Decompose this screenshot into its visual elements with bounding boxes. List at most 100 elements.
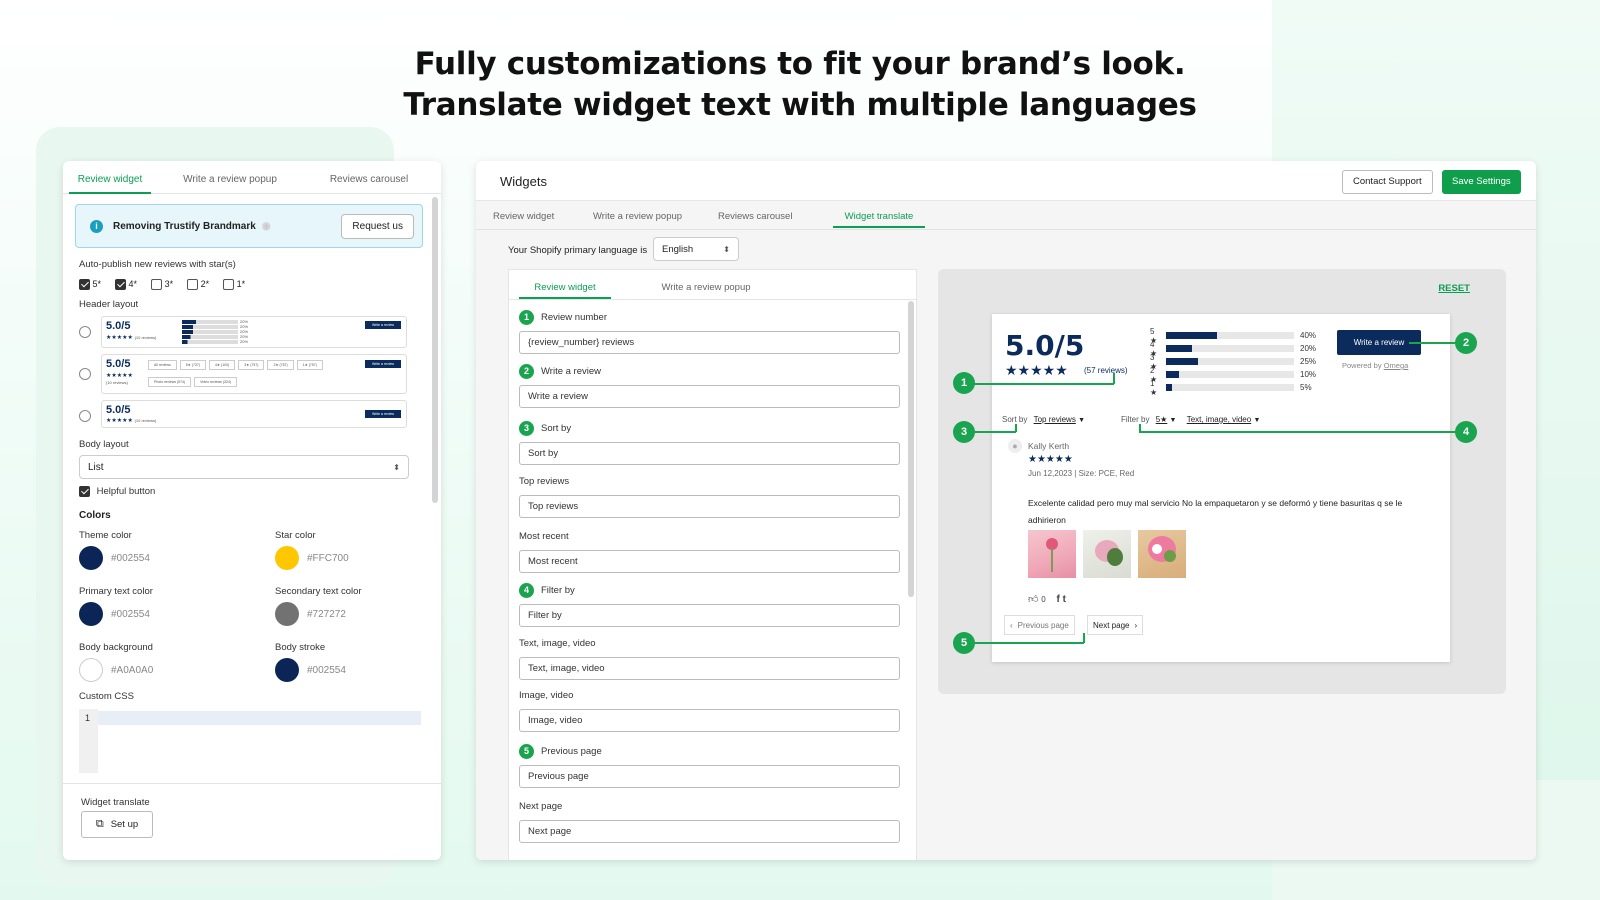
field-label-text: Review number — [541, 312, 607, 323]
image-video-input[interactable]: Image, video — [519, 709, 900, 732]
top-reviews-input[interactable]: Top reviews — [519, 495, 900, 518]
twitter-icon[interactable]: t — [1063, 594, 1066, 605]
facebook-icon[interactable]: f — [1056, 594, 1059, 605]
custom-css-editor[interactable]: 1 — [79, 709, 421, 773]
primary-text-color-picker[interactable]: #002554 — [79, 602, 150, 626]
page-title: Widgets — [500, 174, 547, 189]
star-2-option[interactable]: 2* — [187, 279, 209, 291]
star-4-checkbox[interactable] — [115, 279, 127, 291]
main-tab-widget-translate[interactable]: Widget translate — [833, 201, 925, 228]
sort-value[interactable]: Top reviews — [1034, 415, 1076, 424]
star-color-picker[interactable]: #FFC700 — [275, 546, 349, 570]
next-page-input[interactable]: Next page — [519, 820, 900, 843]
layout-1-bar — [182, 325, 238, 329]
layout-1-stars: ★★★★★ (10 reviews) — [106, 334, 156, 341]
filter-by-input[interactable]: Filter by — [519, 604, 900, 627]
form-tab-write-review-popup[interactable]: Write a review popup — [611, 270, 801, 299]
theme-color-picker[interactable]: #002554 — [79, 546, 150, 570]
previous-page-input[interactable]: Previous page — [519, 765, 900, 788]
select-arrows-icon: ⬍ — [723, 244, 730, 254]
external-link-icon: ⧉ — [95, 818, 104, 830]
language-label: Your Shopify primary language is — [508, 245, 648, 256]
main-tab-review-widget[interactable]: Review widget — [493, 201, 593, 228]
primary-text-color-hex: #002554 — [111, 608, 150, 620]
body-background-label: Body background — [79, 642, 153, 653]
filter-value[interactable]: Text, image, video — [1187, 415, 1251, 424]
text-image-video-input[interactable]: Text, image, video — [519, 657, 900, 680]
helpful-button-checkbox[interactable] — [79, 486, 90, 497]
star-5-option[interactable]: 5* — [79, 279, 101, 291]
star-5-checkbox[interactable] — [79, 279, 90, 291]
secondary-text-color-swatch[interactable] — [275, 602, 299, 626]
main-tab-write-review-popup[interactable]: Write a review popup — [593, 201, 718, 228]
header-layout-option-1[interactable]: 5.0/5 ★★★★★ (10 reviews) 20% 20% 20% 20%… — [101, 316, 407, 348]
form-tab-review-widget[interactable]: Review widget — [519, 270, 611, 299]
most-recent-input[interactable]: Most recent — [519, 550, 900, 573]
header-layout-option-3[interactable]: 5.0/5 ★★★★★ (10 reviews) Write a review — [101, 400, 407, 428]
layout-1-bar — [182, 320, 238, 324]
star-4-option[interactable]: 4* — [115, 279, 137, 291]
tab-write-review-popup[interactable]: Write a review popup — [151, 174, 309, 193]
body-stroke-picker[interactable]: #002554 — [275, 658, 346, 682]
star-2-checkbox[interactable] — [187, 279, 199, 291]
star-1-checkbox[interactable] — [223, 279, 235, 291]
theme-color-label: Theme color — [79, 530, 132, 541]
language-select[interactable]: English ⬍ — [653, 237, 739, 261]
star-3-checkbox[interactable] — [151, 279, 163, 291]
tabs-divider — [476, 229, 1536, 230]
powered-by-brand[interactable]: Omega — [1384, 361, 1409, 370]
review-photo-3[interactable] — [1138, 530, 1186, 578]
body-stroke-swatch[interactable] — [275, 658, 299, 682]
callout-line-3 — [974, 431, 1016, 433]
next-page-button[interactable]: Next page › — [1087, 615, 1144, 635]
callout-line-1-tick — [1113, 373, 1115, 384]
flower-shape — [1152, 544, 1162, 554]
brandmark-text: Removing Trustify Brandmark — [113, 220, 256, 232]
primary-text-color-swatch[interactable] — [79, 602, 103, 626]
helpful-button-option[interactable]: Helpful button — [79, 486, 155, 497]
rating-bar-fill — [1166, 384, 1173, 391]
secondary-text-color-picker[interactable]: #727272 — [275, 602, 346, 626]
theme-color-swatch[interactable] — [79, 546, 103, 570]
scrollbar[interactable] — [432, 197, 438, 503]
filter-star[interactable]: 5★ — [1156, 415, 1168, 424]
callout-badge: 1 — [519, 310, 534, 325]
setup-button[interactable]: ⧉ Set up — [81, 811, 153, 838]
form-scrollbar[interactable] — [908, 301, 914, 597]
sort-control[interactable]: Sort by Top reviews ▼ — [1002, 415, 1085, 424]
header-layout-radio-1[interactable] — [79, 326, 91, 338]
save-settings-button[interactable]: Save Settings — [1442, 170, 1521, 194]
tab-reviews-carousel[interactable]: Reviews carousel — [309, 174, 429, 193]
previous-page-button[interactable]: ‹ Previous page — [1004, 615, 1075, 635]
header-layout-option-2[interactable]: 5.0/5 ★★★★★ (10 reviews) All reviews 5★ … — [101, 354, 407, 394]
header-layout-radio-2[interactable] — [79, 368, 91, 380]
helpful-control[interactable]: 👍︎ 0 f t — [1028, 593, 1066, 605]
body-layout-select[interactable]: List ⬍ — [79, 455, 409, 479]
review-number-input[interactable]: {review_number} reviews — [519, 331, 900, 354]
reset-link[interactable]: RESET — [1438, 283, 1470, 294]
rating-bar-fill — [1166, 332, 1218, 339]
header-layout-radio-3[interactable] — [79, 410, 91, 422]
body-background-swatch[interactable] — [79, 658, 103, 682]
tab-review-widget[interactable]: Review widget — [69, 174, 151, 194]
theme-color-hex: #002554 — [111, 552, 150, 564]
body-background-picker[interactable]: #A0A0A0 — [79, 658, 153, 682]
sort-by-input[interactable]: Sort by — [519, 442, 900, 465]
request-us-button[interactable]: Request us — [341, 213, 414, 239]
star-color-swatch[interactable] — [275, 546, 299, 570]
star-3-option[interactable]: 3* — [151, 279, 173, 291]
callout-badge: 2 — [519, 364, 534, 379]
contact-support-button[interactable]: Contact Support — [1342, 170, 1433, 194]
caret-down-icon: ▼ — [1078, 417, 1085, 424]
rating-bars: 5 ★ 40% 4 ★ 20% 3 ★ 25% 2 ★ 10% 1 ★ 5% — [1150, 327, 1316, 397]
star-1-option[interactable]: 1* — [223, 279, 245, 291]
review-photo-2[interactable] — [1083, 530, 1131, 578]
write-review-input[interactable]: Write a review — [519, 385, 900, 408]
body-stroke-label: Body stroke — [275, 642, 326, 653]
filter-control[interactable]: Filter by 5★ ▼ Text, image, video ▼ — [1121, 415, 1260, 424]
rating-bar-row-5: 5 ★ 40% — [1150, 327, 1316, 345]
thumbs-up-icon[interactable]: 👍︎ — [1028, 594, 1038, 605]
caret-down-icon: ▼ — [1253, 417, 1261, 424]
review-photo-1[interactable] — [1028, 530, 1076, 578]
main-tab-reviews-carousel[interactable]: Reviews carousel — [718, 201, 833, 228]
